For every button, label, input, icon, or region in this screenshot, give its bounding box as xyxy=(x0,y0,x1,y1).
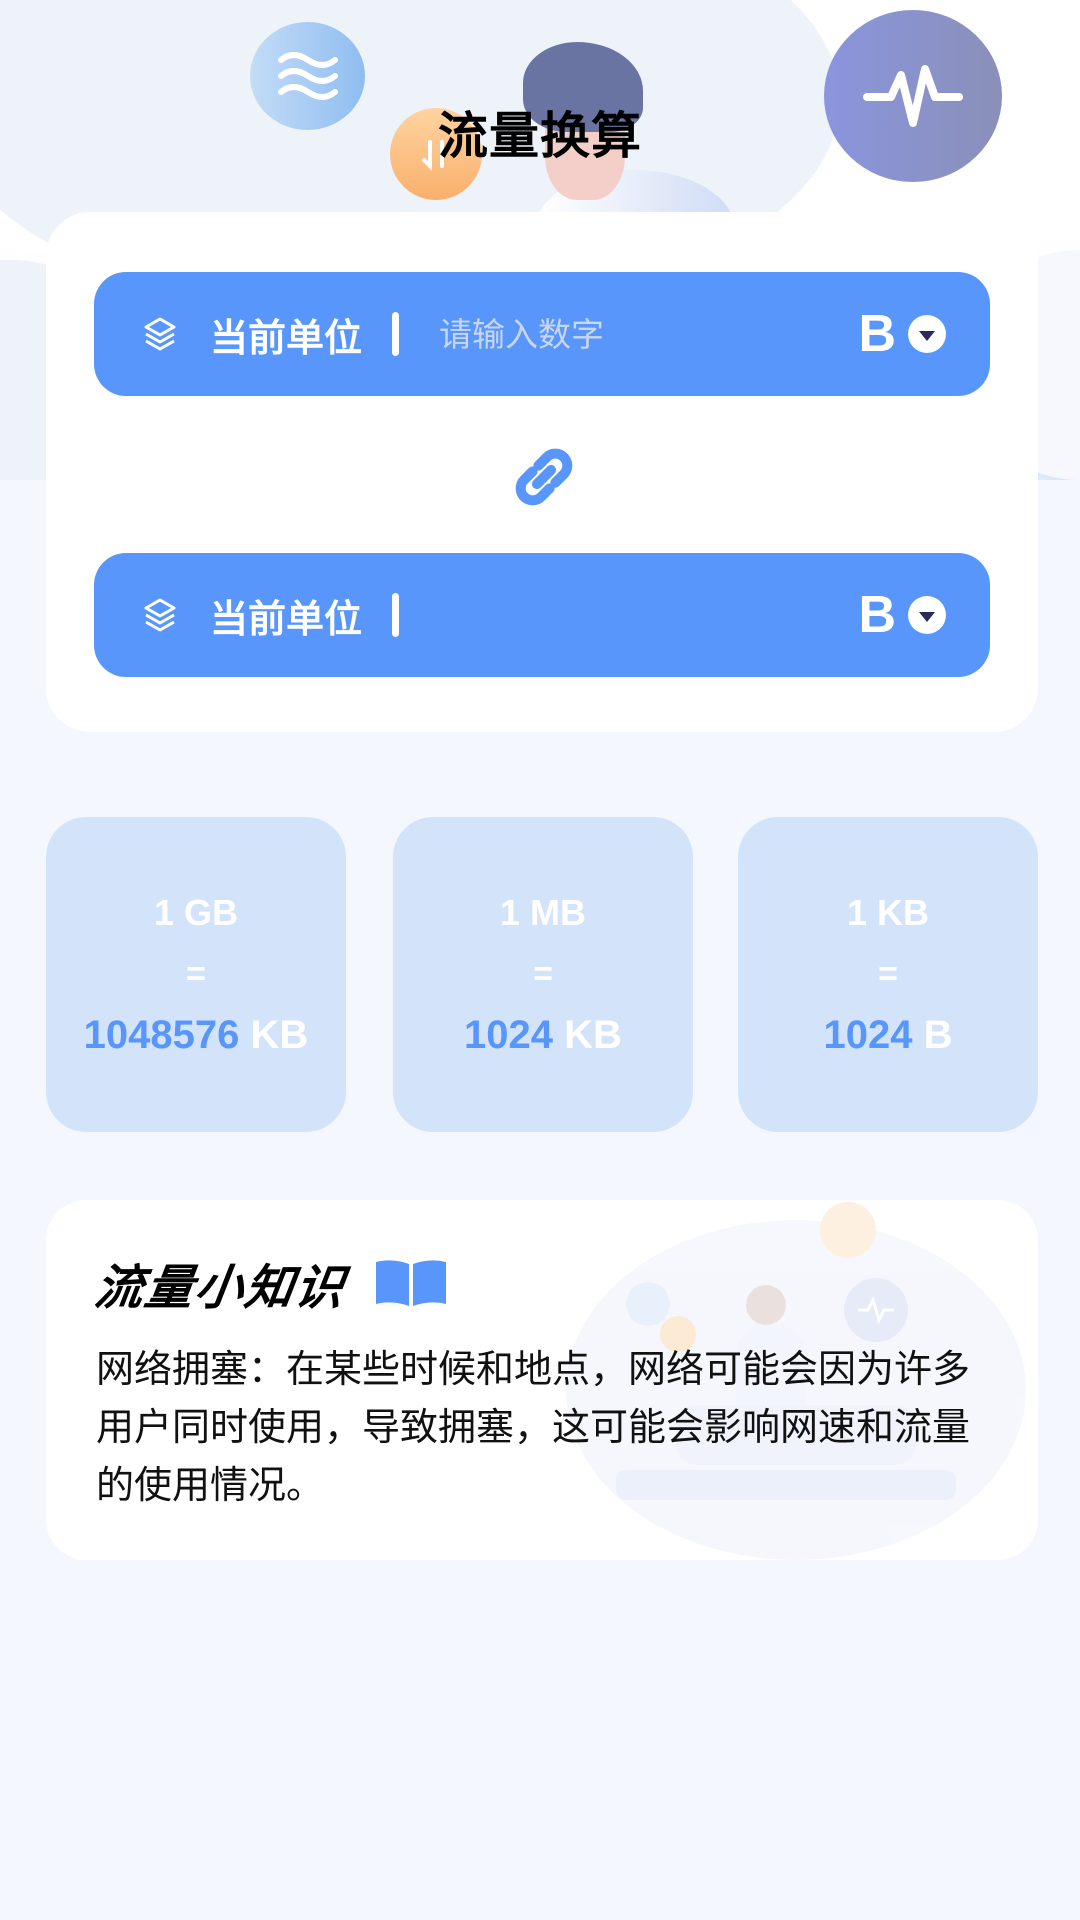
field-divider xyxy=(392,312,400,356)
target-unit-field: 当前单位 B xyxy=(94,553,990,677)
link-icon xyxy=(504,437,584,517)
tile-equals: = xyxy=(878,954,898,993)
tile-from: 1 GB xyxy=(153,891,239,933)
tile-to-unit: B xyxy=(923,1012,953,1057)
tile-to-unit: KB xyxy=(564,1012,622,1057)
source-number-input[interactable] xyxy=(439,314,859,354)
tile-from: 1 MB xyxy=(499,891,586,933)
source-unit-label: 当前单位 xyxy=(210,315,363,360)
page-title: 流量换算 xyxy=(438,107,642,165)
reference-tile: 1 MB = 1024 KB xyxy=(393,817,693,1132)
tips-card: 流量小知识 网络拥塞：在某些时候和地点，网络可能会因为许多用户同时使用，导致拥塞… xyxy=(46,1200,1038,1560)
book-icon xyxy=(376,1260,447,1306)
target-unit-label: 当前单位 xyxy=(210,596,363,641)
field-divider xyxy=(392,593,400,637)
reference-tile: 1 GB = 1048576 KB xyxy=(46,817,346,1132)
layers-icon xyxy=(140,595,180,635)
tile-to-value: 1048576 xyxy=(83,1012,240,1057)
reference-tiles: 1 GB = 1048576 KB 1 MB = 1024 KB 1 KB = … xyxy=(46,817,1038,1132)
target-number-output[interactable] xyxy=(439,595,859,635)
source-unit-field: 当前单位 B xyxy=(94,272,990,396)
tile-to-unit: KB xyxy=(250,1012,309,1057)
tips-title: 流量小知识 xyxy=(91,1260,350,1316)
tile-to: 1024 KB xyxy=(464,1015,622,1055)
source-unit-dropdown[interactable]: B xyxy=(858,304,946,364)
tile-from: 1 KB xyxy=(846,891,930,933)
tile-to-value: 1024 xyxy=(823,1012,913,1057)
tips-header: 流量小知识 xyxy=(91,1248,448,1318)
chevron-down-icon[interactable] xyxy=(908,315,946,353)
tips-body: 网络拥塞：在某些时候和地点，网络可能会因为许多用户同时使用，导致拥塞，这可能会影… xyxy=(96,1347,971,1507)
tile-to: 1048576 KB xyxy=(84,1015,309,1055)
target-unit-dropdown[interactable]: B xyxy=(858,585,946,645)
chevron-down-icon[interactable] xyxy=(908,596,946,634)
converter-card: 当前单位 B 当前单位 B xyxy=(46,212,1038,732)
layers-icon xyxy=(140,314,180,354)
tile-equals: = xyxy=(186,954,206,993)
reference-tile: 1 KB = 1024 B xyxy=(738,817,1038,1132)
tile-to-value: 1024 xyxy=(464,1012,554,1057)
target-unit-value: B xyxy=(858,586,896,644)
source-unit-value: B xyxy=(858,305,896,363)
tile-equals: = xyxy=(533,954,553,993)
tile-to: 1024 B xyxy=(824,1015,953,1055)
